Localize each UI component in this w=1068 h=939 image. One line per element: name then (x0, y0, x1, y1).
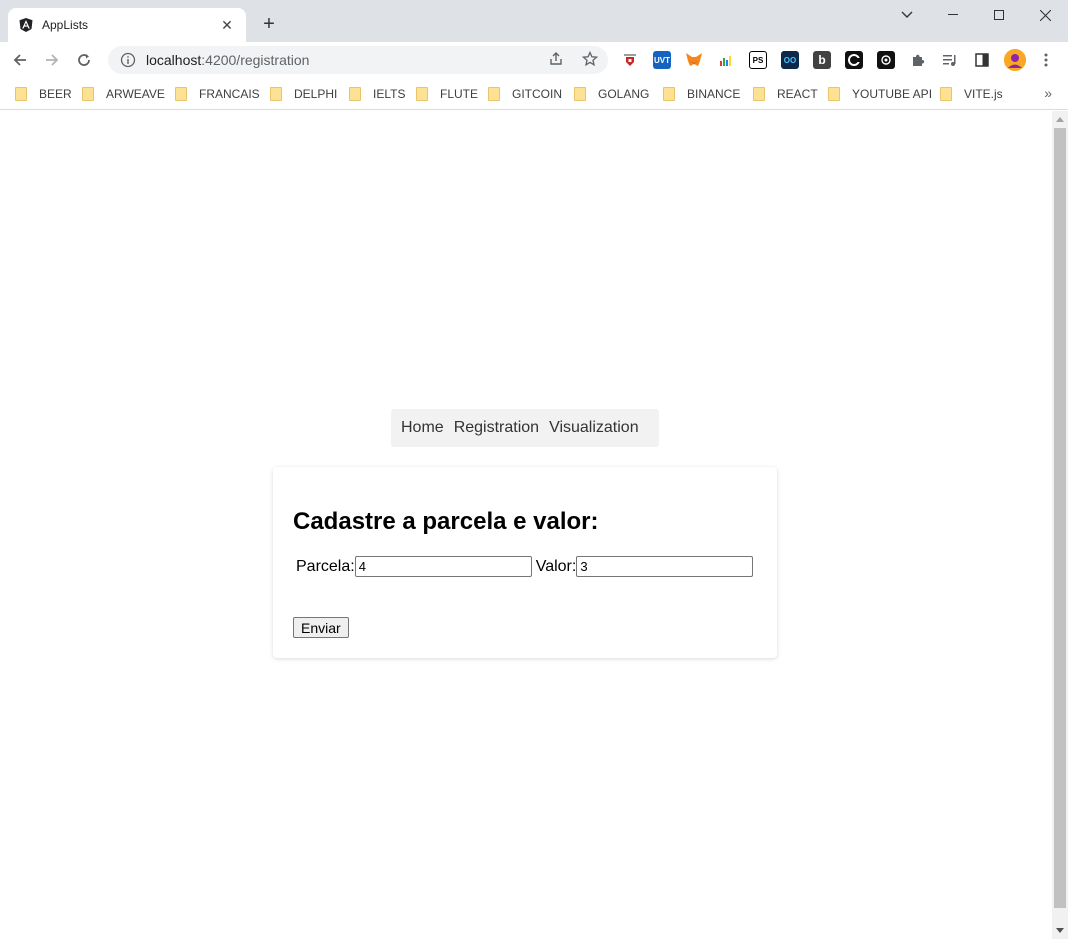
folder-icon (349, 87, 361, 101)
nav-home-link[interactable]: Home (401, 419, 444, 437)
tab-title: AppLists (42, 18, 89, 32)
folder-icon (15, 87, 27, 101)
bookmark-francais[interactable]: FRANCAIS (175, 85, 260, 103)
side-panel-icon[interactable] (973, 51, 991, 69)
page-scrollbar[interactable] (1052, 111, 1068, 939)
form-row: Parcela: Valor: (296, 556, 754, 577)
valor-label: Valor: (535, 557, 577, 575)
minimize-icon[interactable] (930, 0, 976, 30)
openai-extension-icon[interactable] (877, 51, 895, 69)
folder-icon (488, 87, 500, 101)
oo-extension-icon[interactable]: OO (781, 51, 799, 69)
angular-icon (18, 17, 34, 33)
folder-icon (82, 87, 94, 101)
parcela-input[interactable] (354, 556, 532, 577)
nav-registration-link[interactable]: Registration (454, 419, 539, 437)
c-extension-icon[interactable] (845, 51, 863, 69)
forward-icon[interactable] (40, 48, 64, 72)
bookmark-youtube-api[interactable]: YOUTUBE API (828, 85, 932, 103)
folder-icon (574, 87, 586, 101)
close-tab-icon[interactable]: ✕ (218, 16, 236, 34)
new-tab-icon[interactable]: + (258, 13, 280, 35)
close-window-icon[interactable] (1022, 0, 1068, 30)
bookmarks-more-icon[interactable]: » (1044, 85, 1052, 101)
folder-icon (828, 87, 840, 101)
folder-icon (175, 87, 187, 101)
app-nav: Home Registration Visualization (391, 409, 659, 447)
menu-kebab-icon[interactable] (1037, 51, 1055, 69)
bookmark-binance[interactable]: BINANCE (663, 85, 740, 103)
tab-strip: AppLists ✕ + (0, 0, 1068, 42)
form-heading: Cadastre a parcela e valor: (293, 508, 599, 535)
folder-icon (663, 87, 675, 101)
folder-icon (416, 87, 428, 101)
enviar-button[interactable]: Enviar (293, 617, 349, 638)
tab-search-icon[interactable] (884, 0, 930, 30)
bookmark-react[interactable]: REACT (753, 85, 818, 103)
folder-icon (270, 87, 282, 101)
site-info-icon[interactable] (120, 52, 136, 68)
folder-icon (940, 87, 952, 101)
url-host: localhost (146, 52, 202, 68)
profile-avatar[interactable] (1004, 49, 1026, 71)
b-extension-icon[interactable]: b (813, 51, 831, 69)
uvt-extension-icon[interactable]: UVT (653, 51, 671, 69)
bookmark-ielts[interactable]: IELTS (349, 85, 405, 103)
media-control-icon[interactable] (941, 51, 959, 69)
url-path: :4200/registration (201, 52, 310, 68)
browser-tab[interactable]: AppLists ✕ (8, 8, 246, 42)
bookmark-flute[interactable]: FLUTE (416, 85, 478, 103)
metamask-icon[interactable] (685, 51, 703, 69)
nav-visualization-link[interactable]: Visualization (549, 419, 639, 437)
bookmark-beer[interactable]: BEER (15, 85, 72, 103)
puzzle-icon[interactable] (909, 51, 927, 69)
scroll-down-icon[interactable] (1056, 928, 1064, 933)
bookmark-golang[interactable]: GOLANG (574, 85, 649, 103)
bookmark-gitcoin[interactable]: GITCOIN (488, 85, 562, 103)
bookmark-arweave[interactable]: ARWEAVE (82, 85, 165, 103)
browser-toolbar: localhost:4200/registration UVT PS OO b (0, 42, 1068, 78)
reload-icon[interactable] (72, 48, 96, 72)
chart-extension-icon[interactable] (717, 51, 735, 69)
folder-icon (753, 87, 765, 101)
ps-extension-icon[interactable]: PS (749, 51, 767, 69)
shield-extension-icon[interactable] (621, 51, 639, 69)
address-bar[interactable]: localhost:4200/registration (108, 46, 608, 74)
share-icon[interactable] (548, 51, 564, 72)
parcela-label: Parcela: (296, 557, 355, 575)
registration-card: Cadastre a parcela e valor: Parcela: Val… (273, 467, 777, 658)
bookmark-star-icon[interactable] (581, 50, 599, 72)
scroll-up-icon[interactable] (1056, 117, 1064, 122)
page-viewport: Home Registration Visualization Cadastre… (0, 111, 1052, 939)
valor-input[interactable] (576, 556, 754, 577)
scrollbar-thumb[interactable] (1054, 128, 1066, 908)
back-icon[interactable] (8, 48, 32, 72)
bookmark-delphi[interactable]: DELPHI (270, 85, 337, 103)
bookmark-vitejs[interactable]: VITE.js (940, 85, 1003, 103)
maximize-icon[interactable] (976, 0, 1022, 30)
bookmarks-bar: BEER ARWEAVE FRANCAIS DELPHI IELTS FLUTE… (0, 78, 1068, 110)
